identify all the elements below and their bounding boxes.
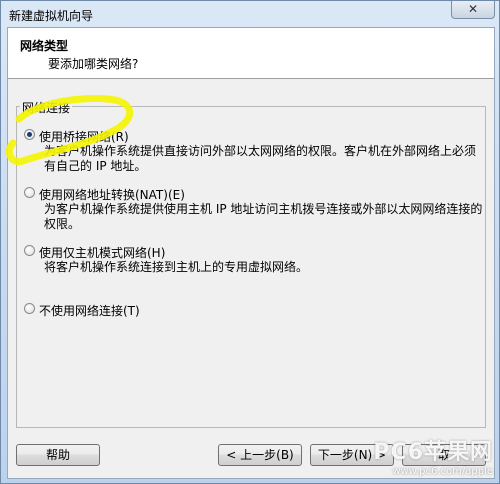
close-button[interactable]: ✕ xyxy=(451,1,495,19)
radio-no-network[interactable] xyxy=(24,303,35,314)
radio-host-only[interactable] xyxy=(24,245,35,256)
option-host-only-description: 将客户机操作系统连接到主机上的专用虚拟网络。 xyxy=(44,260,309,274)
option-nat-description: 为客户机操作系统提供使用主机 IP 地址访问主机拨号连接或外部以太网网络连接的权… xyxy=(44,202,483,231)
page-subtitle: 要添加哪类网络? xyxy=(48,57,139,71)
close-icon: ✕ xyxy=(467,2,479,16)
title-bar[interactable]: 新建虚拟机向导 ✕ xyxy=(1,1,499,27)
wizard-header: 网络类型 要添加哪类网络? xyxy=(8,28,494,79)
radio-bridged[interactable] xyxy=(24,129,35,140)
cancel-button[interactable]: 取 xyxy=(402,444,486,466)
radio-nat[interactable] xyxy=(24,187,35,198)
option-host-only-label[interactable]: 使用仅主机模式网络(H) xyxy=(39,244,165,261)
next-button[interactable]: 下一步(N) > xyxy=(310,444,394,466)
group-legend: 网络连接 xyxy=(20,99,73,116)
option-bridged-description: 为客户机操作系统提供直接访问外部以太网网络的权限。客户机在外部网络上必须有自己的… xyxy=(44,144,477,173)
wizard-window: 新建虚拟机向导 ✕ 网络类型 要添加哪类网络? 网络连接 使用桥接网络(R) 为… xyxy=(0,0,500,484)
option-no-network-label[interactable]: 不使用网络连接(T) xyxy=(39,302,140,319)
option-nat-label[interactable]: 使用网络地址转换(NAT)(E) xyxy=(39,186,185,203)
page-title: 网络类型 xyxy=(20,39,69,53)
option-bridged-label[interactable]: 使用桥接网络(R) xyxy=(39,128,129,145)
window-title: 新建虚拟机向导 xyxy=(9,9,94,23)
dialog-body: 网络类型 要添加哪类网络? 网络连接 使用桥接网络(R) 为客户机操作系统提供直… xyxy=(7,27,495,479)
back-button[interactable]: < 上一步(B) xyxy=(218,444,302,466)
help-button[interactable]: 帮助 xyxy=(16,444,100,466)
